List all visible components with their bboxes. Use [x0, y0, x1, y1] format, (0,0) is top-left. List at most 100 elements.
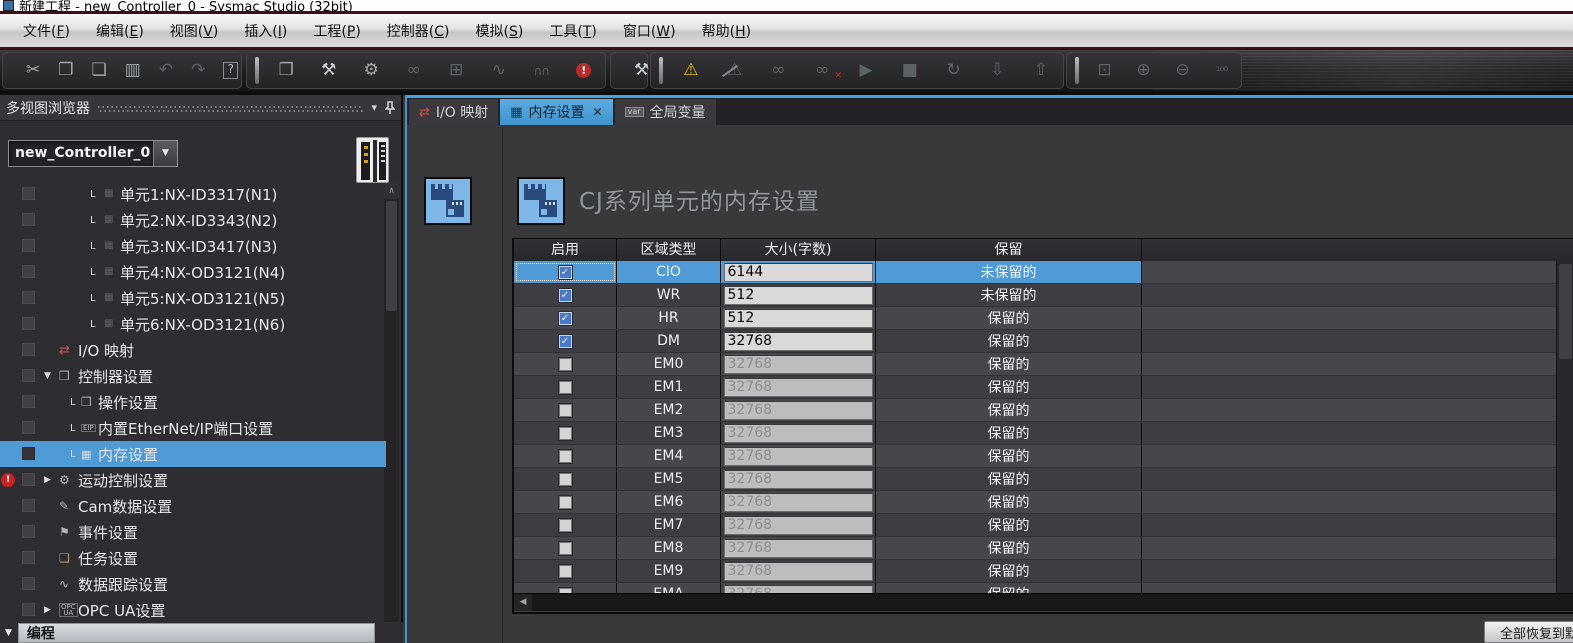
- menu-item-e[interactable]: 编辑(E): [83, 21, 157, 41]
- tree-item-opc-ua-settings[interactable]: ▶OPC UAOPC UA设置: [0, 597, 386, 623]
- size-input[interactable]: [724, 470, 873, 489]
- enable-checkbox[interactable]: [559, 473, 572, 486]
- table-row-em2[interactable]: EM2保留的: [514, 399, 1573, 422]
- zoom-in-icon[interactable]: ⊕: [1124, 62, 1163, 79]
- tree-item-unit-6[interactable]: L▦单元6:NX-OD3121(N6): [0, 311, 386, 337]
- fit-icon[interactable]: ⊡: [1085, 62, 1124, 79]
- expand-open-icon[interactable]: ▼: [44, 371, 51, 381]
- download-to-controller-icon[interactable]: ⇩: [975, 62, 1019, 79]
- group-grip[interactable]: [1075, 57, 1079, 84]
- enable-checkbox[interactable]: [559, 542, 572, 555]
- size-input[interactable]: [724, 309, 873, 328]
- check-table-icon[interactable]: ⊞: [435, 62, 478, 79]
- menu-item-v[interactable]: 视图(V): [157, 21, 232, 41]
- tree-item-memory-settings[interactable]: L▦内存设置: [0, 441, 386, 467]
- table-row-em1[interactable]: EM1保留的: [514, 376, 1573, 399]
- memory-settings-tile-icon[interactable]: [424, 177, 472, 225]
- tree-item-cam-data-settings[interactable]: ✎Cam数据设置: [0, 493, 386, 519]
- enable-checkbox[interactable]: [559, 358, 572, 371]
- size-input[interactable]: [724, 539, 873, 558]
- horizontal-scrollbar[interactable]: ◀: [514, 593, 1573, 611]
- table-row-wr[interactable]: ✓WR未保留的: [514, 284, 1573, 307]
- restore-defaults-button[interactable]: 全部恢复到默: [1484, 621, 1573, 643]
- undo-icon[interactable]: ↶: [150, 62, 182, 79]
- tree-item-task-settings[interactable]: ❏任务设置: [0, 545, 386, 571]
- table-row-em3[interactable]: EM3保留的: [514, 422, 1573, 445]
- table-row-em6[interactable]: EM6保留的: [514, 491, 1573, 514]
- menu-item-c[interactable]: 控制器(C): [374, 21, 463, 41]
- size-input[interactable]: [724, 447, 873, 466]
- close-icon[interactable]: ✕: [593, 105, 603, 119]
- enable-checkbox[interactable]: ✓: [559, 312, 572, 325]
- scrollbar-thumb[interactable]: [386, 201, 397, 311]
- size-input[interactable]: [724, 401, 873, 420]
- table-row-em9[interactable]: EM9保留的: [514, 560, 1573, 583]
- size-input[interactable]: [724, 562, 873, 581]
- enable-checkbox[interactable]: [559, 519, 572, 532]
- zoom-100-icon[interactable]: ¹⁰⁰: [1202, 65, 1241, 77]
- warning-disable-icon[interactable]: ⚠: [713, 62, 757, 79]
- table-row-em7[interactable]: EM7保留的: [514, 514, 1573, 537]
- table-row-dm[interactable]: ✓DM保留的: [514, 330, 1573, 353]
- enable-checkbox[interactable]: ✓: [559, 266, 572, 279]
- redo-icon[interactable]: ↷: [182, 62, 214, 79]
- tree-item-motion-control-settings[interactable]: !▶⚙运动控制设置: [0, 467, 386, 493]
- vertical-scrollbar[interactable]: [1556, 261, 1573, 593]
- size-input[interactable]: [724, 424, 873, 443]
- enable-checkbox[interactable]: [559, 496, 572, 509]
- controller-select[interactable]: new_Controller_0 ▼: [8, 140, 178, 167]
- help-icon[interactable]: ?: [214, 62, 247, 79]
- expand-closed-icon[interactable]: ▶: [44, 475, 51, 485]
- group-grip[interactable]: [255, 57, 259, 84]
- menu-item-i[interactable]: 插入(I): [231, 21, 300, 41]
- table-row-em0[interactable]: EM0保留的: [514, 353, 1573, 376]
- sync-icon[interactable]: ↻: [932, 62, 976, 79]
- menu-item-h[interactable]: 帮助(H): [689, 21, 764, 41]
- tree-item-unit-3[interactable]: L▦单元3:NX-ID3417(N3): [0, 233, 386, 259]
- group-grip[interactable]: [659, 57, 663, 84]
- menu-item-w[interactable]: 窗口(W): [610, 21, 689, 41]
- watch-remove-icon[interactable]: ∞: [800, 62, 844, 79]
- size-input[interactable]: [724, 378, 873, 397]
- tab-memory-settings[interactable]: ▦内存设置✕: [500, 99, 612, 125]
- check-waveform-icon[interactable]: ∿: [478, 62, 521, 79]
- pin-icon[interactable]: [385, 101, 395, 115]
- tree-item-io-map[interactable]: ⇄I/O 映射: [0, 337, 386, 363]
- size-input[interactable]: [724, 286, 873, 305]
- search-icon[interactable]: ∩∩: [520, 65, 563, 77]
- size-input[interactable]: [724, 493, 873, 512]
- menu-item-t[interactable]: 工具(T): [536, 21, 610, 41]
- cut-icon[interactable]: ✂: [17, 62, 49, 79]
- size-input[interactable]: [724, 516, 873, 535]
- chevron-down-icon[interactable]: ▼: [153, 141, 177, 166]
- watch-icon[interactable]: ∞: [757, 62, 801, 79]
- table-row-cio[interactable]: ✓CIO未保留的: [514, 261, 1573, 284]
- table-row-em8[interactable]: EM8保留的: [514, 537, 1573, 560]
- size-input[interactable]: [724, 355, 873, 374]
- tree-item-operation-settings[interactable]: L❒操作设置: [0, 389, 386, 415]
- menu-item-s[interactable]: 模拟(S): [463, 21, 537, 41]
- menu-item-f[interactable]: 文件(F): [10, 21, 83, 41]
- table-row-em5[interactable]: EM5保留的: [514, 468, 1573, 491]
- tab-global-variables[interactable]: var全局变量: [615, 99, 716, 125]
- window-transfer-icon[interactable]: ❒: [265, 62, 308, 79]
- copy-icon[interactable]: ❐: [49, 62, 82, 79]
- size-input[interactable]: [724, 332, 873, 351]
- scroll-left-icon[interactable]: ◀: [514, 594, 532, 611]
- tab-io-map[interactable]: ⇄I/O 映射: [409, 99, 498, 125]
- scroll-up-icon[interactable]: ∧: [384, 183, 399, 199]
- table-row-ema[interactable]: EMA保留的: [514, 583, 1573, 593]
- tree-item-controller-settings[interactable]: ▼❒控制器设置: [0, 363, 386, 389]
- check-all-programs-icon[interactable]: ∞: [393, 62, 436, 79]
- tree-item-unit-2[interactable]: L▦单元2:NX-ID3343(N2): [0, 207, 386, 233]
- delete-icon[interactable]: ▥: [116, 62, 150, 79]
- warning-enable-icon[interactable]: ⚠: [669, 62, 713, 79]
- tree-item-data-trace-settings[interactable]: ∿数据跟踪设置: [0, 571, 386, 597]
- tree-item-unit-5[interactable]: L▦单元5:NX-OD3121(N5): [0, 285, 386, 311]
- programming-section[interactable]: ▼ 编程: [0, 622, 403, 643]
- enable-checkbox[interactable]: [559, 450, 572, 463]
- enable-checkbox[interactable]: [559, 381, 572, 394]
- tree-item-unit-4[interactable]: L▦单元4:NX-OD3121(N4): [0, 259, 386, 285]
- zoom-out-icon[interactable]: ⊖: [1163, 62, 1202, 79]
- error-list-icon[interactable]: !: [563, 63, 606, 78]
